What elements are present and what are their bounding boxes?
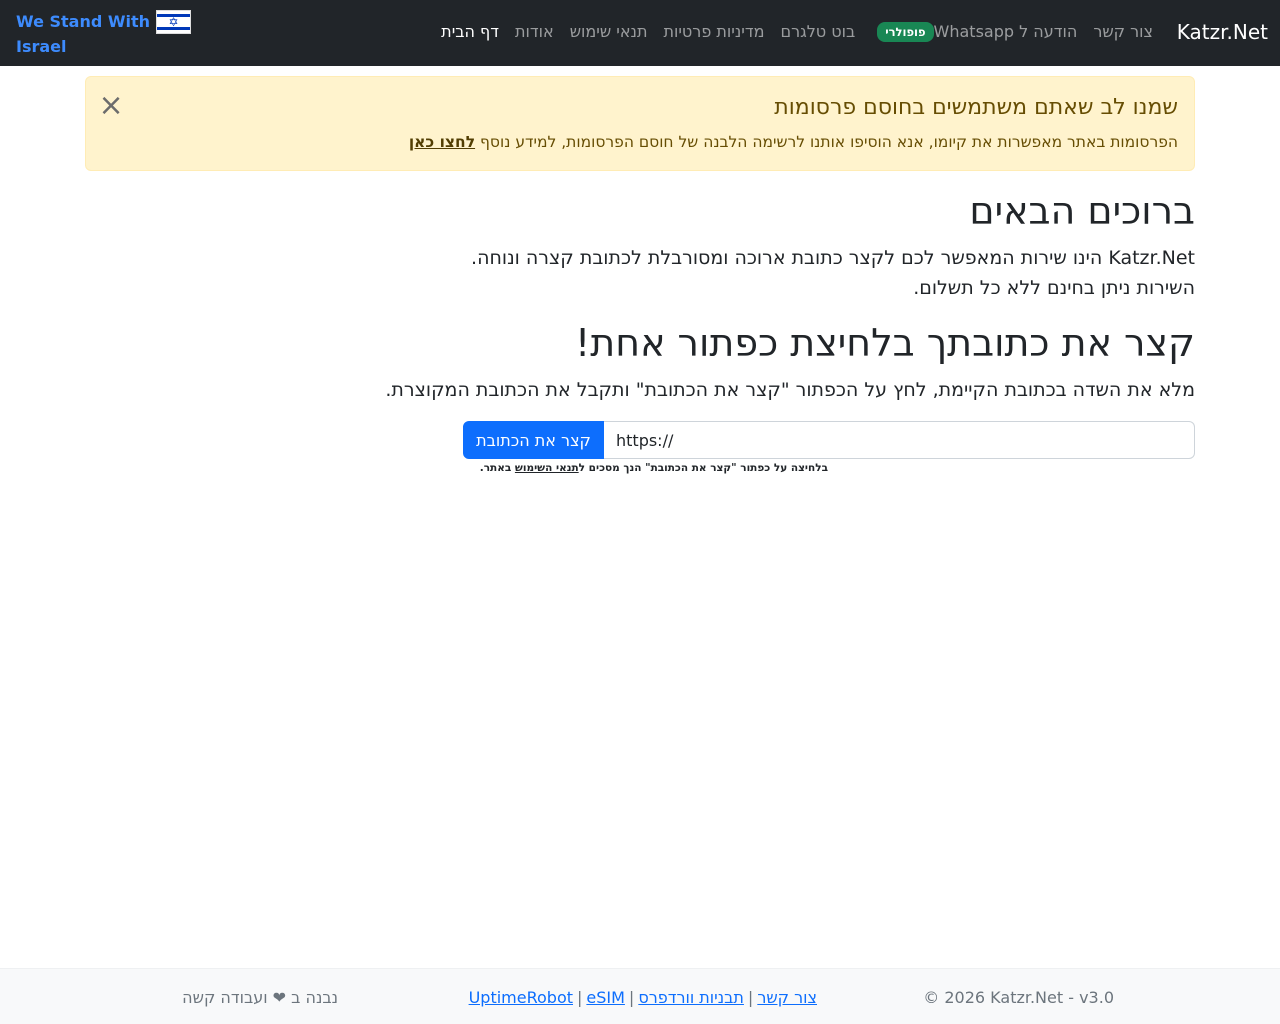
nav-home[interactable]: דף הבית <box>441 20 499 44</box>
footer-link-wordpress-templates[interactable]: תבניות וורדפרס <box>638 988 744 1007</box>
footer-link-esim[interactable]: eSIM <box>586 988 625 1007</box>
intro-line-2: השירות ניתן בחינם ללא כל תשלום. <box>913 277 1195 299</box>
nav-terms[interactable]: תנאי שימוש <box>570 20 648 44</box>
footer-links: צור קשר|תבניות וורדפרס|UptimeRobot | eSIM <box>469 987 817 1009</box>
stand-with-israel-line2: Israel <box>16 37 67 56</box>
shorten-button[interactable]: קצר את הכתובת <box>463 421 604 459</box>
footer-link-uptimerobot[interactable]: UptimeRobot <box>469 988 573 1007</box>
popular-badge: פופולרי <box>877 22 934 42</box>
terms-prefix: בלחיצה על כפתור "קצר את הכתובת" הנך מסכי… <box>578 462 828 474</box>
alert-body: הפרסומות באתר מאפשרות את קיומו, אנא הוסי… <box>409 131 1178 153</box>
stand-with-israel-link[interactable]: We Stand With Israel ✡ <box>16 9 192 59</box>
page: Katzr.Net דף הבית אודות תנאי שימוש מדיני… <box>0 0 1280 1024</box>
israel-flag-icon: ✡ <box>156 10 191 34</box>
nav-whatsapp[interactable]: הודעה ל Whatsapp פופולרי <box>871 20 1077 44</box>
adblock-alert: שמנו לב שאתם משתמשים בחוסם פרסומות הפרסו… <box>85 76 1195 171</box>
nav-whatsapp-label: הודעה ל Whatsapp <box>933 22 1078 41</box>
brand-logo-link[interactable]: Katzr.Net <box>1177 18 1268 46</box>
close-icon[interactable]: × <box>96 91 126 121</box>
alert-body-text: הפרסומות באתר מאפשרות את קיומו, אנא הוסי… <box>480 133 1178 151</box>
footer-made-with-love: נבנה ב ❤ ועבודה קשה <box>182 988 338 1007</box>
footer-copyright: © 2026 Katzr.Net - v3.0 <box>923 988 1114 1007</box>
alert-more-info-link[interactable]: לחצו כאן <box>409 133 475 151</box>
shorten-instructions: מלא את השדה בכתובת הקיימת, לחץ על הכפתור… <box>385 379 1195 401</box>
footer-separator: | <box>577 988 583 1007</box>
nav-links: דף הבית אודות תנאי שימוש מדיניות פרטיות … <box>441 20 1153 44</box>
nav-about[interactable]: אודות <box>515 20 554 44</box>
shorten-form: קצר את הכתובת <box>463 421 1195 459</box>
terms-note: בלחיצה על כפתור "קצר את הכתובת" הנך מסכי… <box>480 461 828 475</box>
footer: © 2026 Katzr.Net - v3.0 צור קשר|תבניות ו… <box>0 968 1280 1024</box>
terms-link[interactable]: תנאי השימוש <box>515 462 579 474</box>
footer-link-contact[interactable]: צור קשר <box>757 988 817 1007</box>
terms-suffix: באתר. <box>479 462 515 474</box>
footer-separator: | <box>628 988 635 1007</box>
nav-privacy[interactable]: מדיניות פרטיות <box>663 20 764 44</box>
shorten-title: קצר את כתובתך בלחיצת כפתור אחת! <box>575 321 1195 365</box>
welcome-title: ברוכים הבאים <box>969 189 1195 233</box>
url-input[interactable] <box>604 421 1195 459</box>
nav-telegram-bot[interactable]: בוט טלגרם <box>780 20 855 44</box>
intro-line-1: Katzr.Net הינו שירות המאפשר לכם לקצר כתו… <box>471 247 1195 269</box>
footer-separator: | <box>747 988 754 1007</box>
alert-title: שמנו לב שאתם משתמשים בחוסם פרסומות <box>774 95 1178 120</box>
top-navbar: Katzr.Net דף הבית אודות תנאי שימוש מדיני… <box>0 0 1280 66</box>
nav-contact[interactable]: צור קשר <box>1093 20 1153 44</box>
